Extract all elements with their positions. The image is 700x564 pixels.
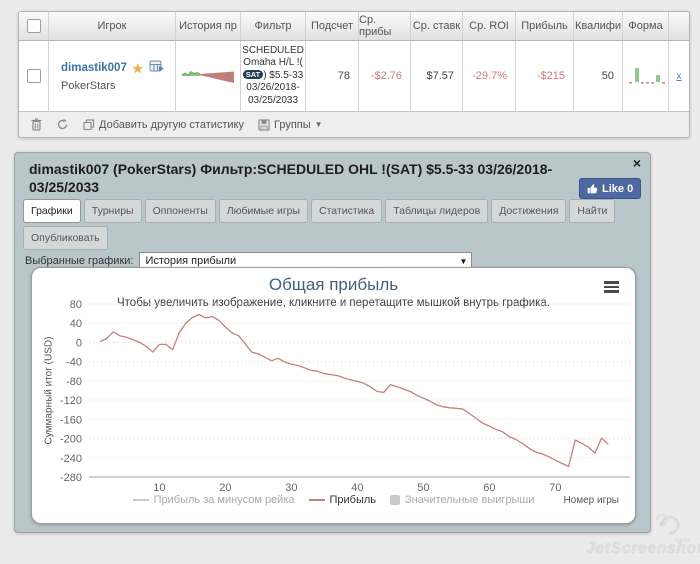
table-row: dimastik007 ★ PokerStars SCHEDULED Omaha… [19, 41, 689, 111]
history-sparkline-icon [181, 70, 234, 83]
tab-publish[interactable]: Опубликовать [23, 226, 108, 250]
tabs-row-1: Графики Турниры Оппоненты Любимые игры С… [23, 199, 616, 223]
col-header-avg-profit[interactable]: Ср. прибы [359, 12, 411, 40]
qualify-value: 50 [574, 41, 623, 111]
select-all-checkbox[interactable] [26, 19, 41, 33]
legend-line-icon [132, 499, 149, 501]
svg-text:-40: -40 [66, 357, 82, 369]
row-select-cell [19, 41, 49, 111]
tab-achievements[interactable]: Достижения [491, 199, 567, 223]
sat-badge: SAT [242, 69, 264, 80]
tab-favorite-games[interactable]: Любимые игры [218, 199, 309, 223]
copy-icon [83, 118, 95, 130]
svg-text:-200: -200 [60, 434, 82, 446]
svg-text:70: 70 [549, 482, 561, 494]
like-label: Like 0 [602, 182, 634, 195]
tab-leaderboards[interactable]: Таблицы лидеров [385, 199, 489, 223]
col-header-history[interactable]: История пр [176, 12, 241, 40]
player-panel: dimastik007 (PokerStars) Фильтр:SCHEDULE… [14, 152, 651, 533]
table-header-row: Игрок История пр Фильтр Подсчет Ср. приб… [19, 12, 689, 41]
legend-item-profit-minus-rake[interactable]: Прибыль за минусом рейка [132, 494, 295, 506]
groups-button[interactable]: Группы ▼ [258, 119, 323, 131]
chart-select-label: Выбранные графики: [25, 255, 134, 267]
profit-value: -$215 [516, 41, 574, 111]
col-header-form[interactable]: Форма [623, 12, 669, 40]
chart-select-value: История прибыли [145, 255, 237, 267]
schedule-table-icon[interactable] [149, 60, 165, 76]
profit-chart: Общая прибыль Чтобы увеличить изображени… [31, 267, 636, 524]
col-header-profit[interactable]: Прибыль [516, 12, 574, 40]
stats-table: Игрок История пр Фильтр Подсчет Ср. приб… [18, 11, 690, 138]
svg-text:40: 40 [70, 318, 82, 330]
avg-roi-value: -29.7% [463, 41, 516, 111]
refresh-button[interactable] [56, 118, 69, 131]
player-name-link[interactable]: dimastik007 [61, 62, 127, 74]
tab-opponents[interactable]: Оппоненты [144, 199, 216, 223]
history-sparkline-cell[interactable] [176, 41, 241, 111]
legend-item-profit[interactable]: Прибыль [308, 494, 376, 506]
badge-star-icon: ★ [131, 60, 144, 76]
panel-title: dimastik007 (PokerStars) Фильтр:SCHEDULE… [29, 161, 553, 196]
svg-text:60: 60 [483, 482, 495, 494]
col-header-player[interactable]: Игрок [49, 12, 176, 40]
row-close-link[interactable]: x [677, 71, 682, 82]
player-site: PokerStars [61, 80, 116, 92]
count-value: 78 [306, 41, 359, 111]
svg-text:-80: -80 [66, 376, 82, 388]
select-all-cell [19, 12, 49, 40]
swirl-logo-icon [655, 513, 680, 535]
col-header-spacer [669, 12, 689, 40]
filter-text: SCHEDULED Omaha H/L !(SAT) $5.5-33 03/26… [242, 44, 304, 106]
tab-tournaments[interactable]: Турниры [83, 199, 142, 223]
svg-text:20: 20 [219, 482, 231, 494]
groups-label: Группы [274, 118, 311, 131]
facebook-like-button[interactable]: Like 0 [579, 178, 642, 199]
row-checkbox[interactable] [26, 69, 41, 83]
avg-profit-value: -$2.76 [359, 41, 411, 111]
svg-text:50: 50 [417, 482, 429, 494]
profit-chart-svg[interactable]: 80 40 0 -40 -80 -120 -160 -200 -240 -280 10 20 30 40 5… [32, 268, 635, 523]
tab-find[interactable]: Найти [569, 199, 616, 223]
chart-legend: Прибыль за минусом рейка Прибыль Значите… [32, 494, 635, 506]
add-statistic-button[interactable]: Добавить другую статистику [83, 119, 244, 131]
form-bars-icon [628, 68, 665, 84]
row-extra-cell: x [669, 41, 689, 111]
jetscreenshot-watermark: JetScreenshot com [586, 513, 700, 560]
legend-item-significant-wins[interactable]: Значительные выигрыши [390, 494, 534, 506]
chart-select-arrow-icon: ▼ [459, 257, 468, 266]
table-toolbar: Добавить другую статистику Группы ▼ [19, 111, 689, 137]
col-header-avg-stake[interactable]: Ср. ставк [411, 12, 463, 40]
legend-line-icon [308, 499, 325, 501]
svg-text:40: 40 [351, 482, 363, 494]
groups-caret-icon: ▼ [314, 120, 323, 129]
svg-text:-160: -160 [60, 414, 82, 426]
svg-text:-120: -120 [60, 395, 82, 407]
trash-icon [31, 118, 42, 131]
tabs-row-2: Опубликовать [23, 226, 108, 250]
page: Игрок История пр Фильтр Подсчет Ср. приб… [0, 0, 700, 564]
svg-text:30: 30 [285, 482, 297, 494]
player-cell: dimastik007 ★ PokerStars [49, 41, 176, 111]
col-header-count[interactable]: Подсчет [306, 12, 359, 40]
form-cell [623, 41, 669, 111]
col-header-avg-roi[interactable]: Ср. ROI [463, 12, 516, 40]
thumb-up-icon [587, 184, 598, 194]
filter-cell: SCHEDULED Omaha H/L !(SAT) $5.5-33 03/26… [241, 41, 306, 111]
panel-close-button[interactable]: × [633, 155, 641, 171]
legend-box-icon [390, 495, 401, 505]
avg-stake-value: $7.57 [411, 41, 463, 111]
svg-text:10: 10 [153, 482, 165, 494]
add-statistic-label: Добавить другую статистику [99, 118, 244, 131]
tab-charts[interactable]: Графики [23, 199, 81, 223]
delete-button[interactable] [31, 118, 42, 131]
svg-text:-280: -280 [60, 472, 82, 484]
save-disk-icon [258, 118, 270, 131]
col-header-qualify[interactable]: Квалифи [574, 12, 623, 40]
refresh-icon [57, 118, 68, 130]
svg-text:80: 80 [70, 299, 82, 311]
svg-text:0: 0 [76, 337, 82, 349]
svg-text:-240: -240 [60, 453, 82, 465]
col-header-filter[interactable]: Фильтр [241, 12, 306, 40]
tab-statistics[interactable]: Статистика [311, 199, 383, 223]
